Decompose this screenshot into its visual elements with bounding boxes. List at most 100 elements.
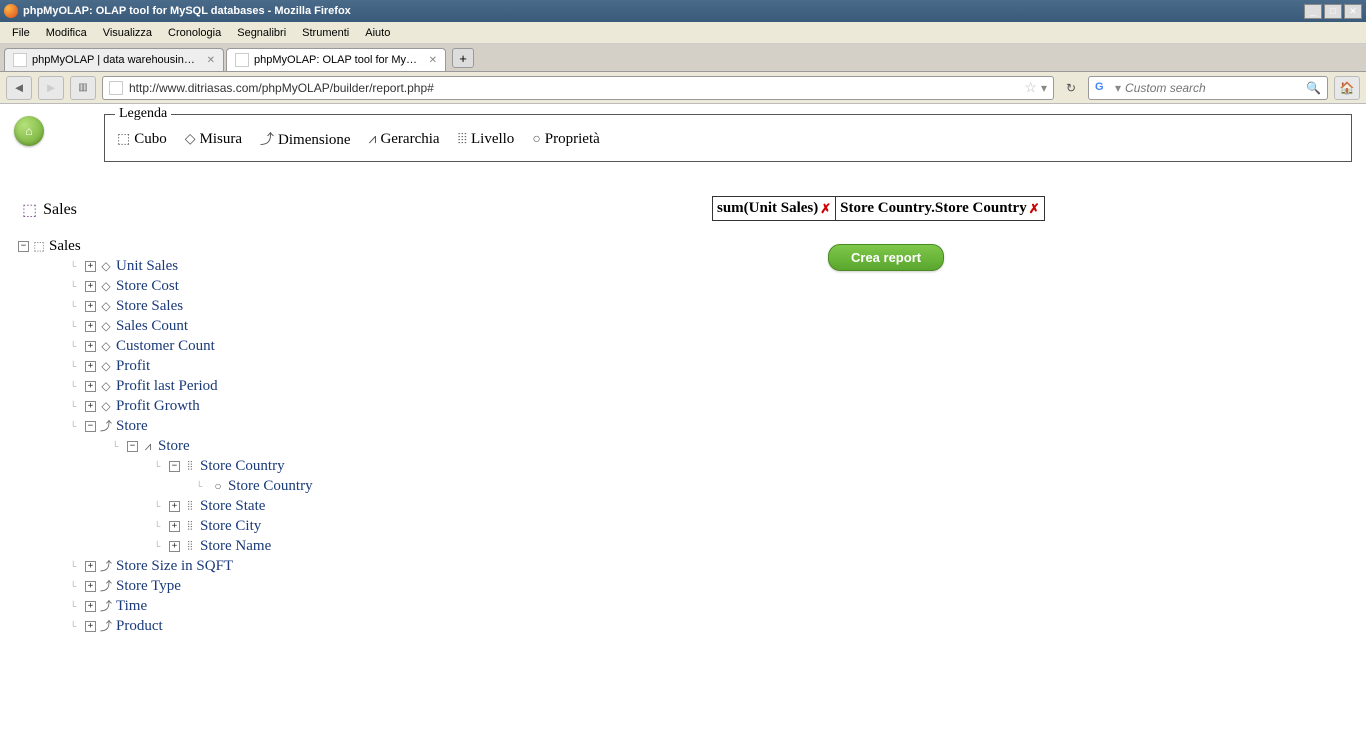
cube-icon: ⬚ [32,236,46,256]
drop-cell-dimension[interactable]: Store Country.Store Country ✗ [835,196,1044,221]
home-button[interactable]: 🏠 [1334,76,1360,100]
menu-segnalibri[interactable]: Segnalibri [229,24,294,42]
tree-root[interactable]: − ⬚ Sales [18,236,313,256]
app-home-button[interactable]: ⌂ [14,116,44,146]
tree-property[interactable]: └○Store Country [196,476,313,496]
drop-label: sum(Unit Sales) [717,200,818,217]
new-tab-button[interactable]: + [452,48,474,68]
minimize-button[interactable]: _ [1304,4,1322,19]
menu-aiuto[interactable]: Aiuto [357,24,398,42]
legend-item-livello: ⦙⦙⦙Livello [458,131,515,148]
url-bar[interactable]: http://www.ditriasas.com/phpMyOLAP/build… [102,76,1054,100]
expand-icon[interactable]: + [85,621,96,632]
close-icon[interactable]: ✕ [207,55,215,66]
dimension-icon: ⤴ [99,556,113,576]
legend-item-cubo: ⬚Cubo [117,131,167,148]
measure-icon: ◇ [99,276,113,296]
tree-measure[interactable]: └+◇Store Sales [70,296,313,316]
menu-cronologia[interactable]: Cronologia [160,24,229,42]
tree-measure[interactable]: └+◇Profit [70,356,313,376]
tree-level[interactable]: └+⦙⦙Store State [154,496,313,516]
legend-item-gerarchia: ⩘Gerarchia [369,131,440,148]
tree-dimension[interactable]: └+⤴Store Type [70,576,313,596]
url-text: http://www.ditriasas.com/phpMyOLAP/build… [129,81,1018,95]
expand-icon[interactable]: + [85,381,96,392]
cube-icon: ⬚ [117,131,130,148]
search-input[interactable] [1125,81,1306,95]
firefox-icon [4,4,18,18]
tab-2[interactable]: phpMyOLAP: OLAP tool for MySQL datab... … [226,48,446,71]
tree-dimension[interactable]: └+⤴Time [70,596,313,616]
reload-button[interactable]: ↻ [1060,77,1082,99]
expand-icon[interactable]: + [169,501,180,512]
expand-icon[interactable]: + [85,401,96,412]
expand-icon[interactable]: + [169,521,180,532]
menu-file[interactable]: File [4,24,38,42]
remove-icon[interactable]: ✗ [820,201,831,217]
tree-level[interactable]: └−⦙⦙Store Country [154,456,313,476]
menu-strumenti[interactable]: Strumenti [294,24,357,42]
expand-icon[interactable]: + [85,361,96,372]
page-icon [235,53,249,67]
create-report-button[interactable]: Crea report [828,244,944,271]
tab-label: phpMyOLAP: OLAP tool for MySQL datab... [254,54,423,66]
expand-icon[interactable]: + [85,561,96,572]
expand-icon[interactable]: + [85,581,96,592]
tree-measure[interactable]: └+◇Unit Sales [70,256,313,276]
collapse-icon[interactable]: − [85,421,96,432]
close-button[interactable]: ✕ [1344,4,1362,19]
expand-icon[interactable]: + [85,601,96,612]
bookmark-star-icon[interactable]: ☆ [1024,79,1037,96]
level-icon: ⦙⦙ [183,516,197,536]
drop-label: Store Country.Store Country [840,200,1027,217]
legend-item-dimensione: ⤴Dimensione [260,129,351,149]
back-button[interactable]: ◄ [6,76,32,100]
collapse-icon[interactable]: − [169,461,180,472]
menu-visualizza[interactable]: Visualizza [95,24,160,42]
tree-measure[interactable]: └+◇Sales Count [70,316,313,336]
cube-header: ⬚ Sales [22,200,77,220]
page-icon [109,81,123,95]
history-button[interactable]: ▥ [70,76,96,100]
expand-icon[interactable]: + [85,301,96,312]
menu-modifica[interactable]: Modifica [38,24,95,42]
tree-dimension[interactable]: └+⤴Store Size in SQFT [70,556,313,576]
maximize-button[interactable]: □ [1324,4,1342,19]
google-icon [1095,81,1109,95]
close-icon[interactable]: ✕ [429,55,437,66]
tree-dimension[interactable]: └+⤴Product [70,616,313,636]
tree-hierarchy-store[interactable]: └−⩘Store [112,436,313,456]
expand-icon[interactable]: + [85,261,96,272]
measure-icon: ◇ [99,396,113,416]
forward-button[interactable]: ► [38,76,64,100]
tree-measure[interactable]: └+◇Customer Count [70,336,313,356]
search-bar[interactable]: ▾ 🔍 [1088,76,1328,100]
tree-level[interactable]: └+⦙⦙Store Name [154,536,313,556]
tree-measure[interactable]: └+◇Profit last Period [70,376,313,396]
window-titlebar: phpMyOLAP: OLAP tool for MySQL databases… [0,0,1366,22]
page-icon [13,53,27,67]
tab-1[interactable]: phpMyOLAP | data warehousing e analisi .… [4,48,224,71]
tree-level[interactable]: └+⦙⦙Store City [154,516,313,536]
legend-box: Legenda ⬚Cubo ◇Misura ⤴Dimensione ⩘Gerar… [104,114,1352,162]
expand-icon[interactable]: + [85,341,96,352]
report-drop-area: sum(Unit Sales) ✗ Store Country.Store Co… [712,196,1045,221]
dimension-icon: ⤴ [99,596,113,616]
collapse-icon[interactable]: − [18,241,29,252]
expand-icon[interactable]: + [85,281,96,292]
search-icon[interactable]: 🔍 [1306,81,1321,95]
measure-icon: ◇ [185,131,196,148]
expand-icon[interactable]: + [169,541,180,552]
page-content: ⌂ Legenda ⬚Cubo ◇Misura ⤴Dimensione ⩘Ger… [0,104,1366,742]
cube-name: Sales [43,201,77,219]
level-icon: ⦙⦙⦙ [458,132,467,148]
drop-cell-measure[interactable]: sum(Unit Sales) ✗ [712,196,836,221]
remove-icon[interactable]: ✗ [1029,201,1040,217]
tab-bar: phpMyOLAP | data warehousing e analisi .… [0,44,1366,72]
tree-measure[interactable]: └+◇Profit Growth [70,396,313,416]
collapse-icon[interactable]: − [127,441,138,452]
expand-icon[interactable]: + [85,321,96,332]
dimension-icon: ⤴ [99,616,113,636]
tree-dimension-store[interactable]: └−⤴Store [70,416,313,436]
tree-measure[interactable]: └+◇Store Cost [70,276,313,296]
